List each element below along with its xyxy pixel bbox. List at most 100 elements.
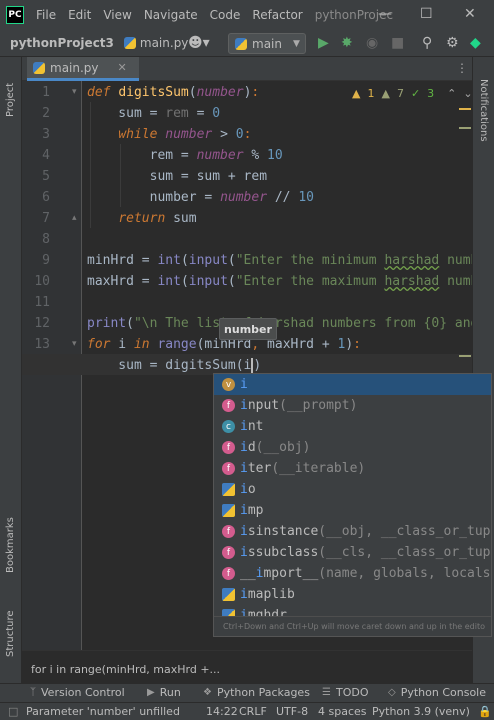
completion-item[interactable]: v i (214, 374, 491, 395)
parameter-info-tooltip: number (219, 318, 277, 340)
completion-item[interactable]: io (214, 479, 491, 500)
error-stripe-mark[interactable] (459, 108, 471, 110)
gear-icon[interactable]: ⚙ (446, 35, 459, 51)
function-icon: f (222, 441, 235, 454)
run-tool-button[interactable]: ▶ Run (147, 686, 181, 699)
menu-refactor[interactable]: Refactor (252, 8, 302, 22)
file-encoding[interactable]: UTF-8 (276, 705, 308, 718)
module-icon (222, 588, 235, 601)
run-icon[interactable]: ▶ (318, 35, 329, 51)
line-number: 12 (34, 316, 50, 331)
code-completion-popup[interactable]: v i f input (__prompt) c int f id (__obj… (213, 373, 492, 637)
completion-item[interactable]: f id (__obj) (214, 437, 491, 458)
python-file-icon (33, 61, 45, 74)
navigation-toolbar: pythonProject3 main.py ☻▾ main ▼ ▶ ✸ ◉ ■… (0, 30, 494, 57)
jetbrains-ai-icon[interactable]: ◆ (470, 35, 481, 51)
completion-name: id (240, 440, 256, 455)
code-line-13: for i in range(minHrd, maxHrd + 1): (87, 337, 361, 352)
list-icon: ☰ (322, 687, 331, 698)
line-number: 5 (42, 169, 50, 184)
completion-name: i (240, 377, 248, 392)
class-icon: c (222, 420, 235, 433)
status-message: Parameter 'number' unfilled (26, 705, 180, 718)
completion-hint: Ctrl+Down and Ctrl+Up will move caret do… (214, 616, 491, 636)
menu-navigate[interactable]: Navigate (144, 8, 198, 22)
completion-item[interactable]: imp (214, 500, 491, 521)
line-number: 7 (42, 211, 50, 226)
error-stripe-mark[interactable] (459, 355, 471, 357)
completion-name: iter (240, 461, 272, 476)
error-stripe-mark[interactable] (459, 127, 471, 129)
python-interpreter[interactable]: Python 3.9 (venv) (372, 705, 470, 718)
search-icon[interactable]: ⚲ (422, 35, 432, 51)
python-packages-tool-button[interactable]: ❖ Python Packages (203, 686, 310, 699)
run-config-label: main (252, 36, 282, 51)
branch-icon: ᛉ (30, 687, 36, 698)
minimize-button[interactable]: — (378, 6, 392, 22)
completion-item[interactable]: f input (__prompt) (214, 395, 491, 416)
code-breadcrumb[interactable]: for i in range(minHrd, maxHrd +... (31, 663, 220, 676)
tab-main-py[interactable]: main.py ✕ (27, 57, 139, 81)
more-options-icon[interactable]: ⋮ (456, 61, 468, 75)
menu-bar: PC File Edit View Navigate Code Refactor… (0, 0, 494, 30)
stop-icon[interactable]: ■ (391, 35, 404, 51)
check-icon: ✓ (410, 87, 421, 100)
notifications-tool-button[interactable]: Notifications (478, 79, 489, 142)
line-number: 6 (42, 190, 50, 205)
menu-view[interactable]: View (103, 8, 131, 22)
completion-args: (__obj) (255, 440, 311, 455)
fold-marker-icon[interactable]: ▾ (72, 339, 77, 349)
breadcrumb-file[interactable]: main.py (123, 36, 189, 50)
user-account-icon[interactable]: ☻▾ (188, 35, 210, 51)
function-icon: f (222, 525, 235, 538)
code-breadcrumb-bar: for i in range(minHrd, maxHrd +... (22, 650, 472, 683)
todo-tool-button[interactable]: ☰ TODO (322, 686, 368, 699)
completion-name: int (240, 419, 264, 434)
line-number: 3 (42, 127, 50, 142)
fold-marker-icon[interactable]: ▴ (72, 213, 77, 223)
menu-code[interactable]: Code (210, 8, 241, 22)
debug-icon[interactable]: ✸ (341, 35, 353, 51)
breadcrumb-file-label: main.py (139, 36, 189, 50)
code-line-10: maxHrd = int(input("Enter the maximum ha… (87, 274, 472, 289)
code-line-3: while number > 0: (118, 127, 252, 142)
menu-file[interactable]: File (36, 8, 56, 22)
chevron-down-icon[interactable]: ⌄ (463, 87, 472, 100)
menu-edit[interactable]: Edit (68, 8, 91, 22)
completion-item[interactable]: c int (214, 416, 491, 437)
close-button[interactable]: ✕ (464, 6, 476, 22)
maximize-button[interactable]: ☐ (420, 6, 433, 22)
inspection-widget[interactable]: ▲ 1 ▲ 7 ✓ 3 ⌃ ⌄ (352, 87, 472, 100)
bookmarks-tool-button[interactable]: Bookmarks (5, 517, 16, 573)
module-icon (222, 483, 235, 496)
breadcrumb-project[interactable]: pythonProject3 (10, 36, 114, 50)
completion-item[interactable]: imaplib (214, 584, 491, 605)
version-control-tool-button[interactable]: ᛉ Version Control (30, 686, 125, 699)
line-separator[interactable]: CRLF (239, 705, 267, 718)
completion-item[interactable]: f __import__ (name, globals, locals, (214, 563, 491, 584)
python-console-tool-button[interactable]: ◇ Python Console (388, 686, 486, 699)
indent-setting[interactable]: 4 spaces (318, 705, 367, 718)
completion-item[interactable]: f issubclass (__cls, __class_or_tuple (214, 542, 491, 563)
python-console-label: Python Console (400, 686, 486, 699)
completion-name: issubclass (240, 545, 319, 560)
run-label: Run (159, 686, 181, 699)
caret-position[interactable]: 14:22 (206, 705, 238, 718)
run-configuration-selector[interactable]: main ▼ (228, 33, 306, 54)
status-bar: □ Parameter 'number' unfilled 14:22 CRLF… (0, 702, 494, 720)
completion-item[interactable]: f isinstance (__obj, __class_or_tuple (214, 521, 491, 542)
weak-warning-count: 7 (396, 87, 404, 100)
completion-args: (__iterable) (271, 461, 366, 476)
structure-tool-button[interactable]: Structure (5, 610, 16, 657)
lock-icon[interactable]: 🔒 (478, 705, 492, 718)
coverage-icon[interactable]: ◉ (366, 35, 378, 51)
close-tab-icon[interactable]: ✕ (118, 61, 127, 74)
project-tool-button[interactable]: Project (5, 83, 16, 117)
status-toggle-icon[interactable]: □ (8, 705, 18, 718)
line-number: 10 (34, 274, 50, 289)
module-icon (222, 504, 235, 517)
chevron-up-icon[interactable]: ⌃ (447, 87, 456, 100)
fold-marker-icon[interactable]: ▾ (72, 87, 77, 97)
completion-item[interactable]: f iter (__iterable) (214, 458, 491, 479)
